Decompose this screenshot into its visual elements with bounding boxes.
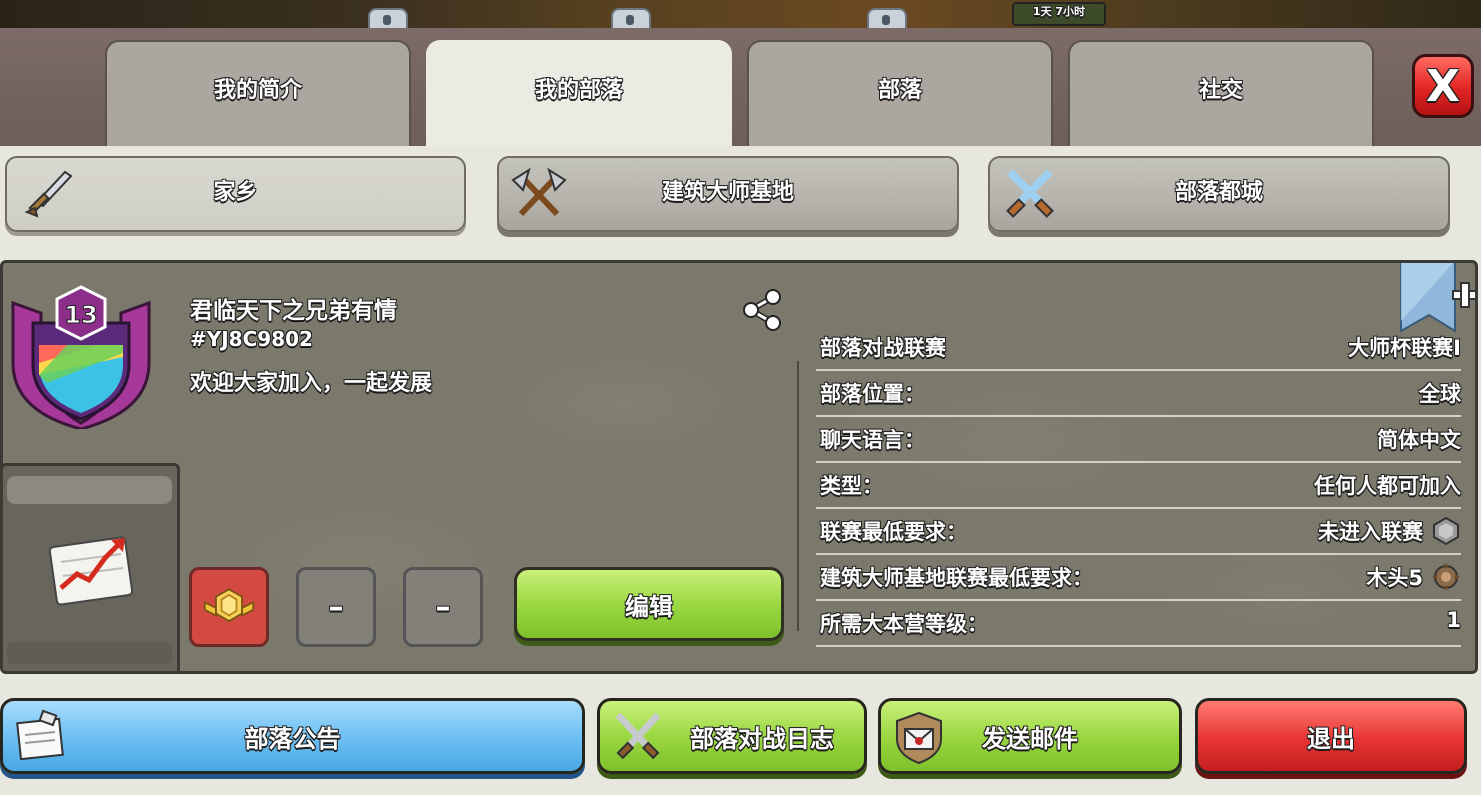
clan-notice-button[interactable]: 部落公告 [0, 698, 585, 774]
subtab-clan-capital[interactable]: 部落都城 [988, 156, 1450, 232]
info-label: 联赛最低要求： [820, 520, 967, 544]
trend-chart-icon [48, 536, 134, 606]
sword-icon [24, 170, 73, 218]
tab-label: 部落 [877, 78, 922, 103]
info-label: 聊天语言： [820, 428, 925, 452]
divider [797, 361, 799, 631]
info-label: 部落对战联赛 [820, 336, 946, 360]
info-value: 未进入联赛 [1318, 520, 1423, 544]
clan-window: 我的简介 我的部落 部落 社交 X 家乡 建筑大师基地 部落都城 13 君临天下… [0, 28, 1481, 795]
clan-description: 欢迎大家加入，一起发展 [190, 371, 433, 396]
info-value: 大师杯联赛Ⅰ [1348, 336, 1461, 360]
crossed-swords-icon [1006, 169, 1054, 218]
clan-tag: #YJ8C9802 [190, 327, 313, 351]
info-row-townhall-level: 所需大本营等级： 1 [816, 601, 1461, 647]
clan-badge-icon: 13 [11, 285, 151, 429]
stats-footer-bar [7, 642, 172, 664]
button-label: 退出 [1307, 724, 1355, 753]
gold-league-badge-icon [203, 588, 255, 623]
stats-header-bar [7, 476, 172, 504]
tab-clans[interactable]: 部落 [747, 40, 1053, 146]
send-mail-button[interactable]: 发送邮件 [878, 698, 1182, 774]
tab-label: 我的简介 [213, 78, 302, 103]
crossed-axes-icon [511, 167, 567, 217]
button-label: 部落对战日志 [690, 724, 834, 753]
tab-label: 我的部落 [534, 78, 623, 103]
notice-paper-icon [16, 709, 64, 761]
info-row-builder-min-league: 建筑大师基地联赛最低要求： 木头5 [816, 555, 1461, 601]
info-label: 所需大本营等级： [820, 612, 988, 636]
subtab-label: 建筑大师基地 [661, 180, 794, 205]
tab-social[interactable]: 社交 [1068, 40, 1374, 146]
rank-slot-empty: – [403, 567, 483, 647]
war-log-button[interactable]: 部落对战日志 [597, 698, 867, 774]
tab-my-clan[interactable]: 我的部落 [426, 40, 732, 146]
info-label: 建筑大师基地联赛最低要求： [820, 566, 1093, 590]
tab-label: 社交 [1198, 78, 1243, 103]
info-value: 1 [1446, 608, 1461, 632]
close-button[interactable]: X [1412, 54, 1474, 118]
subtab-builder-base[interactable]: 建筑大师基地 [497, 156, 959, 232]
crossed-swords-icon [615, 712, 661, 760]
info-value: 木头5 [1366, 566, 1423, 590]
subtab-label: 部落都城 [1174, 180, 1263, 205]
tab-my-profile[interactable]: 我的简介 [105, 40, 411, 146]
clan-level: 13 [64, 301, 97, 329]
info-value: 任何人都可加入 [1314, 474, 1461, 498]
rank-slot-empty: – [296, 567, 376, 647]
clan-info-panel: 13 君临天下之兄弟有情 #YJ8C9802 欢迎大家加入，一起发展 – – 编… [0, 260, 1478, 674]
info-value: 简体中文 [1377, 428, 1461, 452]
button-label: 发送邮件 [982, 724, 1078, 753]
info-value: 全球 [1419, 382, 1461, 406]
info-label: 部落位置： [820, 382, 925, 406]
mail-shield-icon [896, 711, 942, 765]
info-row-min-league: 联赛最低要求： 未进入联赛 [816, 509, 1461, 555]
share-icon[interactable] [739, 287, 785, 333]
clan-stats-box[interactable] [3, 463, 180, 671]
edit-button[interactable]: 编辑 [514, 567, 784, 641]
info-label: 类型： [820, 474, 883, 498]
button-label: 部落公告 [244, 724, 341, 753]
clan-name: 君临天下之兄弟有情 [190, 298, 397, 324]
subtab-home-village[interactable]: 家乡 [5, 156, 466, 232]
info-row-war-league: 部落对战联赛 大师杯联赛Ⅰ [816, 325, 1461, 371]
info-row-location: 部落位置： 全球 [816, 371, 1461, 417]
subtab-label: 家乡 [213, 180, 258, 205]
game-background-strip: 1天 7小时 [0, 0, 1481, 34]
timer-badge: 1天 7小时 [1012, 2, 1106, 26]
unranked-league-icon [1433, 516, 1459, 546]
info-row-type: 类型： 任何人都可加入 [816, 463, 1461, 509]
war-league-badge-slot[interactable] [189, 567, 269, 647]
leave-clan-button[interactable]: 退出 [1195, 698, 1467, 774]
tab-bar: 我的简介 我的部落 部落 社交 X [0, 28, 1481, 146]
wood-league-icon [1432, 563, 1460, 591]
info-row-chat-language: 聊天语言： 简体中文 [816, 417, 1461, 463]
